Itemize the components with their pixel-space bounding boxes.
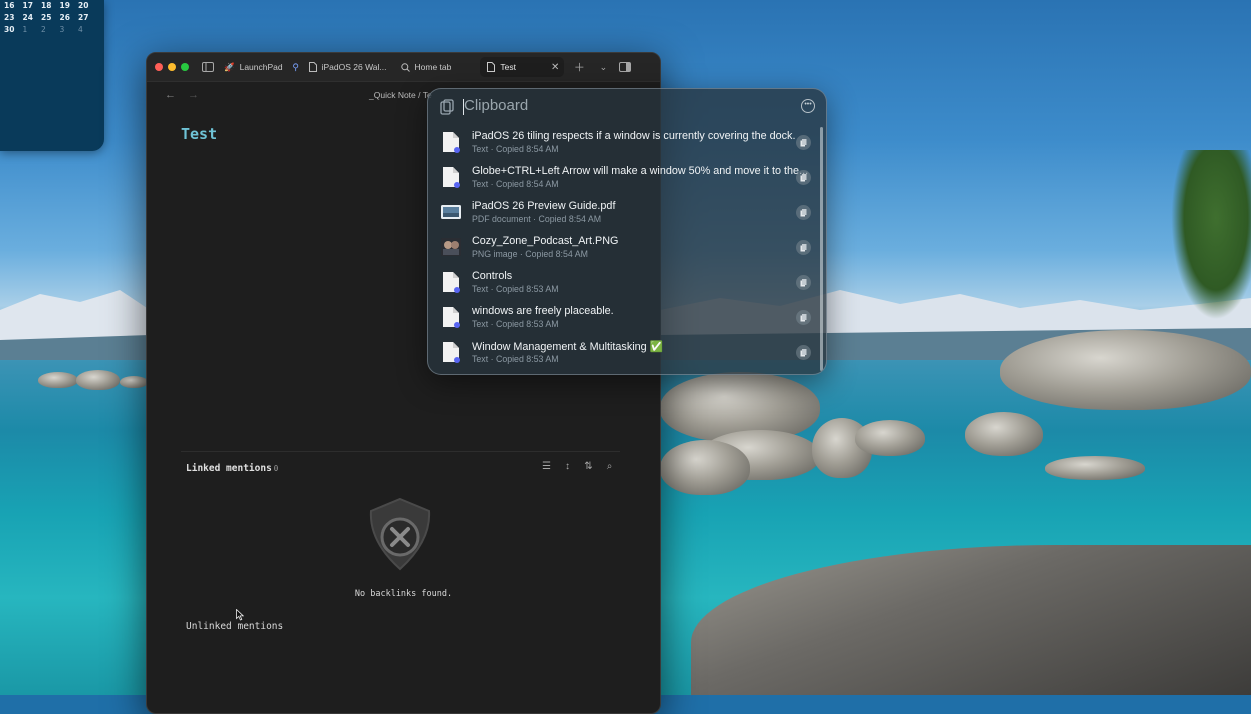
no-backlinks-message: No backlinks found. bbox=[354, 589, 453, 599]
clipboard-item[interactable]: Globe+CTRL+Left Arrow will make a window… bbox=[428, 161, 816, 196]
more-options-icon[interactable]: ••• bbox=[801, 99, 815, 113]
file-icon bbox=[308, 62, 317, 72]
copy-item-button[interactable] bbox=[796, 345, 811, 360]
text-file-icon bbox=[443, 307, 460, 328]
tab-label: Home tab bbox=[414, 62, 452, 72]
calendar-day: 24 bbox=[22, 13, 33, 22]
search-icon bbox=[400, 62, 410, 72]
sort-icon[interactable]: ⇅ bbox=[582, 461, 595, 472]
text-file-icon bbox=[443, 132, 460, 153]
right-sidebar-toggle-icon[interactable] bbox=[616, 58, 634, 76]
clipboard-item-title: iPadOS 26 Preview Guide.pdf bbox=[472, 200, 616, 212]
close-tab-icon[interactable]: ✕ bbox=[551, 62, 559, 73]
tab-label: Test bbox=[500, 62, 516, 72]
clipboard-item-meta: PDF document · Copied 8:54 AM bbox=[472, 214, 602, 224]
calendar-day: 23 bbox=[4, 13, 15, 22]
clipboard-item[interactable]: Controls Text · Copied 8:53 AM bbox=[428, 266, 816, 301]
pdf-thumbnail-icon bbox=[441, 205, 461, 219]
note-title[interactable]: Test bbox=[181, 125, 217, 143]
calendar-day: 25 bbox=[41, 13, 52, 22]
clipboard-item-meta: PNG image · Copied 8:54 AM bbox=[472, 249, 588, 259]
zoom-window-button[interactable] bbox=[181, 63, 189, 71]
clipboard-item[interactable]: iPadOS 26 tiling respects if a window is… bbox=[428, 126, 816, 161]
clipboard-item-meta: Text · Copied 8:53 AM bbox=[472, 319, 559, 329]
section-divider bbox=[181, 451, 620, 452]
clipboard-header: Clipboard ••• bbox=[428, 89, 826, 123]
tab-launchpad[interactable]: 🚀 LaunchPad bbox=[217, 57, 290, 77]
clipboard-item[interactable]: windows are freely placeable. Text · Cop… bbox=[428, 301, 816, 336]
window-titlebar: 🚀 LaunchPad ⚲ iPadOS 26 Wal... Home tab … bbox=[147, 53, 660, 82]
clipboard-item[interactable]: Window Management & Multitasking ✅ Text … bbox=[428, 336, 816, 371]
pin-icon[interactable]: ⚲ bbox=[290, 58, 302, 76]
calendar-week: 16 17 18 19 20 bbox=[0, 0, 104, 12]
clipboard-item-meta: Text · Copied 8:54 AM bbox=[472, 179, 559, 189]
clipboard-item-title: Globe+CTRL+Left Arrow will make a window… bbox=[472, 165, 809, 177]
clipboard-item-meta: Text · Copied 8:53 AM bbox=[472, 284, 559, 294]
clipboard-item-meta: Text · Copied 8:54 AM bbox=[472, 144, 559, 154]
copy-item-button[interactable] bbox=[796, 310, 811, 325]
linked-mentions-heading[interactable]: Linked mentions 0 bbox=[186, 463, 278, 474]
calendar-week: 23 24 25 26 27 bbox=[0, 12, 104, 24]
chevron-down-icon[interactable]: ⌄ bbox=[594, 58, 612, 76]
unlinked-mentions-heading[interactable]: Unlinked mentions bbox=[186, 621, 283, 632]
expand-collapse-icon[interactable]: ↕ bbox=[561, 461, 574, 472]
calendar-day: 30 bbox=[4, 25, 15, 34]
calendar-day: 18 bbox=[41, 1, 52, 10]
calendar-day: 4 bbox=[78, 25, 83, 34]
tab-test[interactable]: Test ✕ bbox=[480, 57, 565, 77]
clipboard-panel: Clipboard ••• iPadOS 26 tiling respects … bbox=[427, 88, 827, 375]
clipboard-item-meta: Text · Copied 8:53 AM bbox=[472, 354, 559, 364]
search-icon[interactable]: ⌕ bbox=[603, 461, 616, 472]
file-icon bbox=[487, 62, 496, 72]
tab-ipados-walkthrough[interactable]: iPadOS 26 Wal... bbox=[302, 57, 394, 77]
tab-home[interactable]: Home tab bbox=[394, 57, 459, 77]
forward-arrow-icon[interactable]: → bbox=[188, 89, 199, 101]
linked-mentions-label: Linked mentions bbox=[186, 463, 272, 474]
text-file-icon bbox=[443, 342, 460, 363]
calendar-day: 26 bbox=[59, 13, 70, 22]
calendar-widget[interactable]: 16 17 18 19 20 23 24 25 26 27 30 1 2 3 4 bbox=[0, 0, 104, 151]
calendar-day: 20 bbox=[78, 1, 89, 10]
clipboard-item[interactable]: iPadOS 26 Preview Guide.pdf PDF document… bbox=[428, 196, 816, 231]
text-file-icon bbox=[443, 167, 460, 188]
text-file-icon bbox=[443, 272, 460, 293]
clipboard-item-title: Cozy_Zone_Podcast_Art.PNG bbox=[472, 235, 619, 247]
linked-mentions-count: 0 bbox=[273, 464, 279, 473]
copy-item-button[interactable] bbox=[796, 205, 811, 220]
scrollbar[interactable] bbox=[820, 127, 823, 371]
calendar-day: 19 bbox=[59, 1, 70, 10]
no-backlinks-icon bbox=[369, 497, 431, 571]
calendar-day: 17 bbox=[22, 1, 33, 10]
calendar-day: 1 bbox=[22, 25, 28, 34]
new-tab-icon[interactable]: ＋ bbox=[570, 58, 588, 76]
copy-item-button[interactable] bbox=[796, 135, 811, 150]
list-view-icon[interactable]: ☰ bbox=[540, 461, 553, 472]
tab-label: LaunchPad bbox=[239, 62, 283, 72]
clipboard-icon bbox=[440, 99, 454, 120]
breadcrumb[interactable]: _Quick Note / Te bbox=[369, 90, 432, 100]
clipboard-item[interactable]: Cozy_Zone_Podcast_Art.PNG PNG image · Co… bbox=[428, 231, 816, 266]
back-arrow-icon[interactable]: ← bbox=[165, 89, 176, 101]
calendar-day: 16 bbox=[4, 1, 15, 10]
clipboard-item-title: Controls bbox=[472, 270, 513, 282]
image-thumbnail-icon bbox=[441, 238, 461, 256]
sidebar-toggle-icon[interactable] bbox=[199, 58, 217, 76]
calendar-week: 30 1 2 3 4 bbox=[0, 24, 104, 36]
calendar-day: 2 bbox=[41, 25, 46, 34]
clipboard-item-title: Window Management & Multitasking ✅ bbox=[472, 341, 664, 353]
close-window-button[interactable] bbox=[155, 63, 163, 71]
clipboard-search-input[interactable]: Clipboard bbox=[462, 97, 528, 115]
calendar-day: 3 bbox=[59, 25, 65, 34]
copy-item-button[interactable] bbox=[796, 275, 811, 290]
clipboard-item-title: iPadOS 26 tiling respects if a window is… bbox=[472, 130, 796, 142]
minimize-window-button[interactable] bbox=[168, 63, 176, 71]
clipboard-item-title: windows are freely placeable. bbox=[472, 305, 614, 317]
copy-item-button[interactable] bbox=[796, 240, 811, 255]
copy-item-button[interactable] bbox=[796, 170, 811, 185]
calendar-day: 27 bbox=[78, 13, 89, 22]
tab-label: iPadOS 26 Wal... bbox=[321, 62, 387, 72]
mouse-pointer-icon bbox=[236, 609, 244, 621]
rocket-icon: 🚀 bbox=[224, 61, 235, 72]
backlink-toolbar: ☰ ↕ ⇅ ⌕ bbox=[540, 461, 616, 472]
